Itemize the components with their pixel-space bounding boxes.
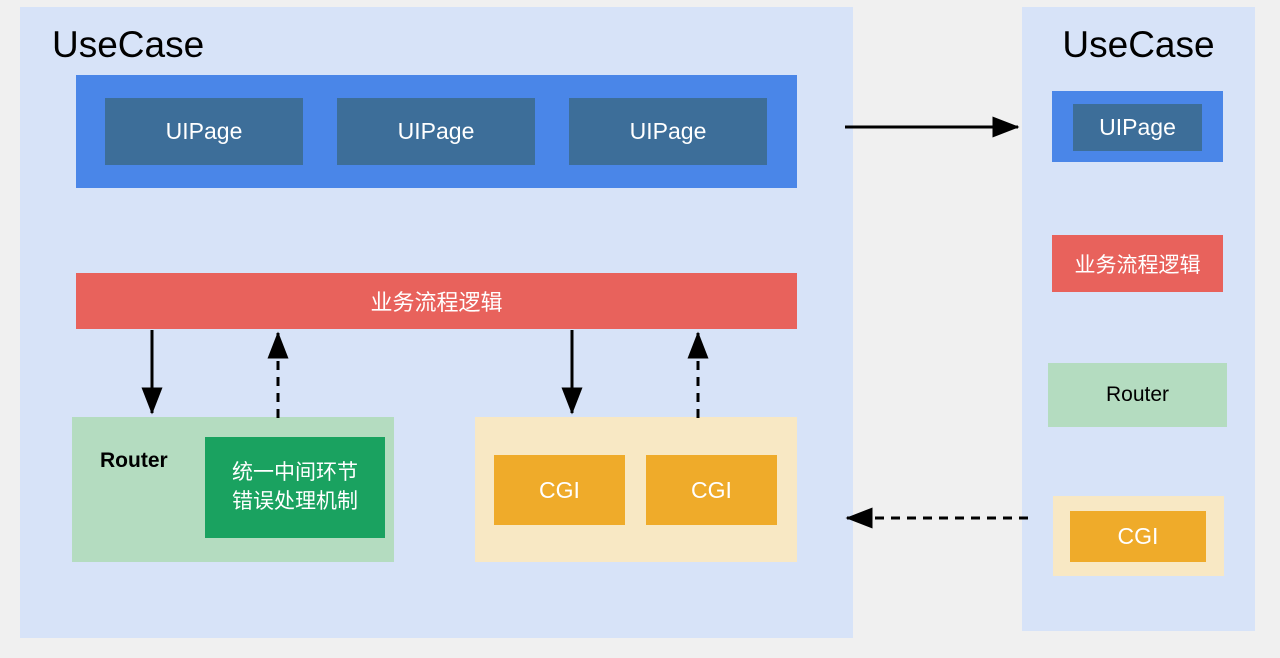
right-cgi-1-label: CGI (1117, 523, 1159, 549)
left-business-flow-label: 业务流程逻辑 (370, 290, 503, 315)
diagram-canvas: UseCase UIPage UIPage UIPage 业务流程逻辑 Rout… (0, 0, 1280, 658)
left-cgi-2[interactable]: CGI (646, 455, 777, 525)
left-cgi-1-label: CGI (539, 476, 580, 503)
left-uipage-1[interactable]: UIPage (105, 98, 303, 165)
right-cgi-1[interactable]: CGI (1070, 511, 1206, 562)
right-uipage-1-label: UIPage (1099, 114, 1176, 140)
left-cgi-2-label: CGI (691, 476, 732, 503)
left-middleware-line-2: 错误处理机制 (232, 489, 358, 513)
left-uipage-2[interactable]: UIPage (337, 98, 535, 165)
left-router-label: Router (100, 449, 168, 472)
right-business-flow-label: 业务流程逻辑 (1074, 253, 1201, 277)
left-uipage-2-label: UIPage (397, 118, 475, 144)
right-business-flow-bar[interactable]: 业务流程逻辑 (1052, 235, 1223, 292)
left-business-flow-bar[interactable]: 业务流程逻辑 (76, 273, 797, 329)
left-uipage-3[interactable]: UIPage (569, 98, 767, 165)
right-uipage-1[interactable]: UIPage (1073, 104, 1202, 151)
left-uipage-1-label: UIPage (165, 118, 243, 144)
left-middleware-error-box[interactable]: 统一中间环节 错误处理机制 (205, 437, 385, 538)
left-uipage-3-label: UIPage (629, 118, 707, 144)
left-middleware-line-1: 统一中间环节 (232, 461, 358, 485)
left-cgi-1[interactable]: CGI (494, 455, 625, 525)
left-panel-title: UseCase (52, 24, 205, 65)
right-router-box[interactable]: Router (1048, 363, 1227, 427)
left-router-label-wrap: Router (100, 448, 210, 474)
right-panel-title: UseCase (1062, 24, 1215, 65)
right-router-label: Router (1105, 383, 1170, 406)
